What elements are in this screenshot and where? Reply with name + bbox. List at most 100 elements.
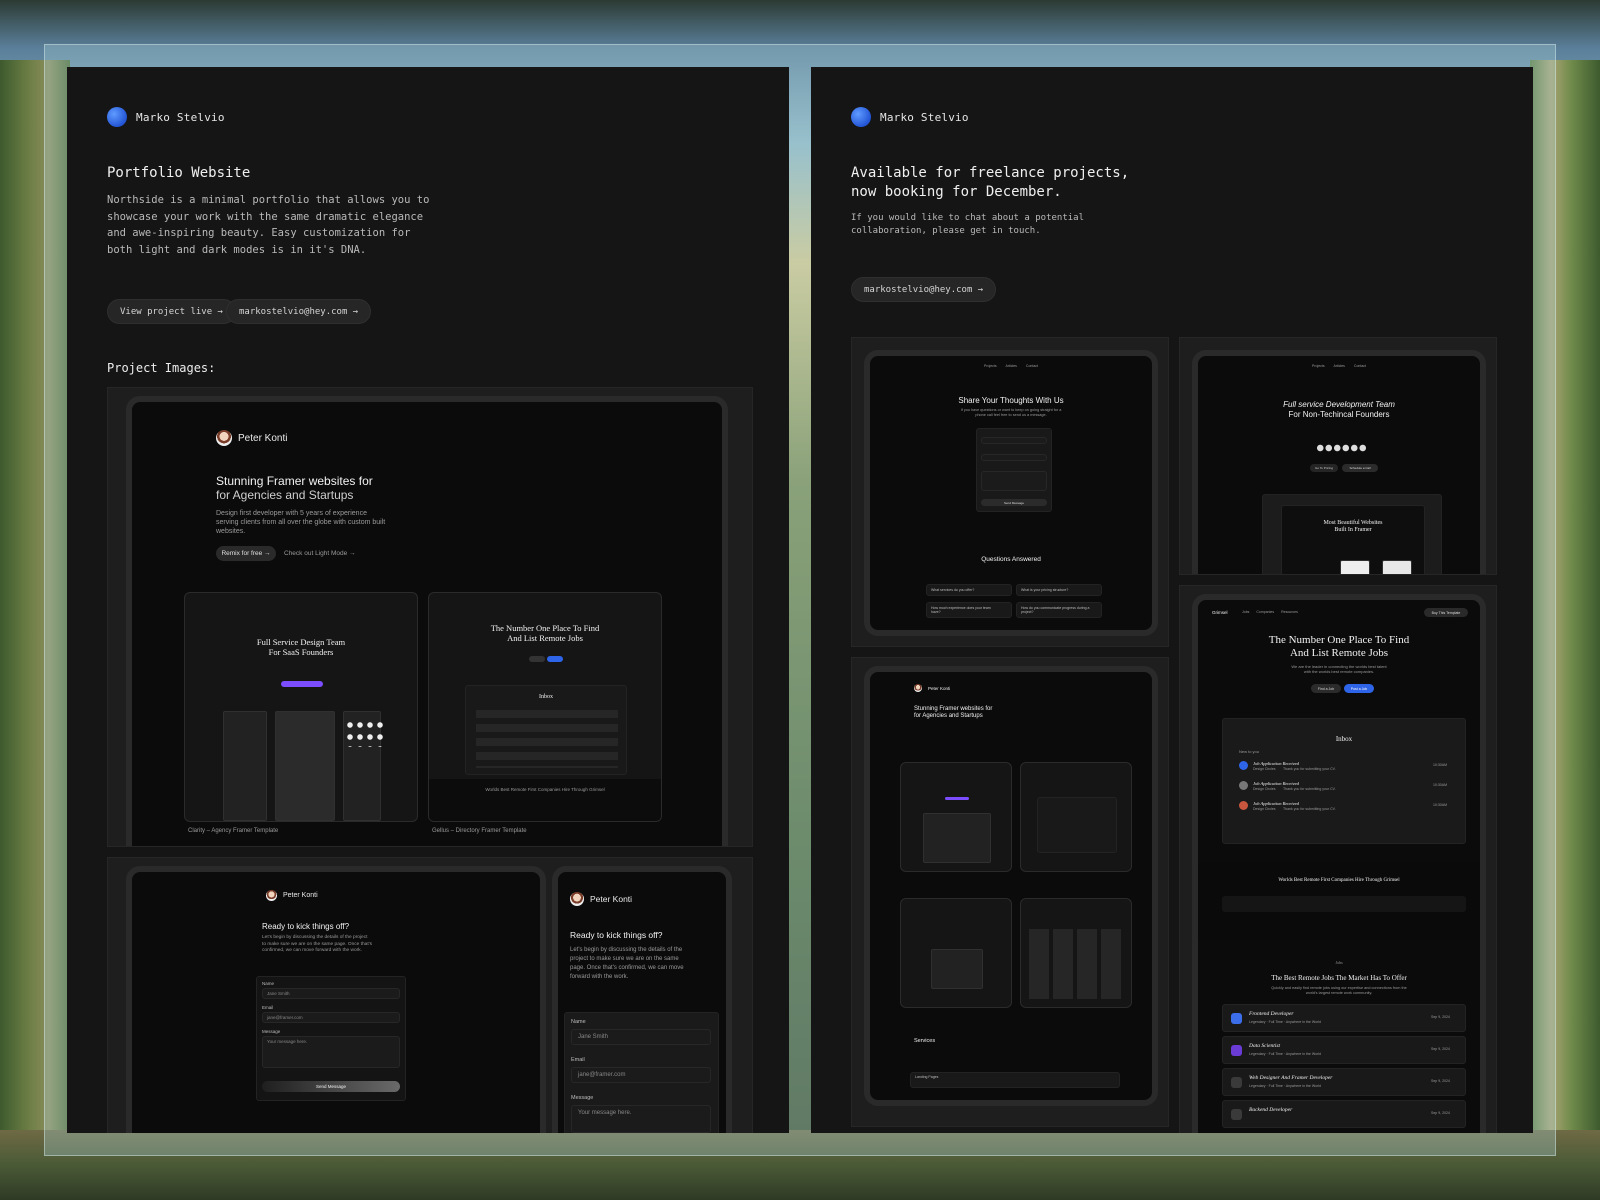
- job-row: Web Designer And Framer Developer Legenda…: [1222, 1068, 1466, 1096]
- mock-post-job-button: Post a Job: [1344, 684, 1374, 693]
- thumb-screen: [223, 711, 267, 821]
- thumb-caption: Clarity – Agency Framer Template: [188, 828, 279, 834]
- mock-name-field: Jane Smith: [262, 988, 400, 999]
- thumb-screen: [275, 711, 335, 821]
- mock-faq-question: How much experience does your team have?: [931, 606, 991, 614]
- thumb-cta: [281, 681, 323, 687]
- message-sender: Design Circles: [1253, 807, 1276, 811]
- mock-inner-title: Most Beautiful Websites Built In Framer: [1323, 520, 1383, 533]
- mock-email-label: Email: [571, 1057, 585, 1063]
- mock-heading: Full service Development Team For Non-Te…: [1198, 400, 1480, 420]
- mock-faq-item: What is your pricing structure?: [1016, 584, 1102, 596]
- project-description: Northside is a minimal portfolio that al…: [107, 194, 430, 256]
- mock-email-value: jane@framer.com: [267, 1015, 303, 1020]
- mock-inner-card: [1382, 560, 1412, 574]
- project-image-portfolio[interactable]: Peter Konti Stunning Framer websites for…: [851, 657, 1169, 1127]
- avatar: [216, 430, 232, 446]
- brand-logo-icon: [851, 107, 871, 127]
- mock-message-label: Message: [262, 1029, 281, 1034]
- message-title: Job Application Received: [1253, 761, 1299, 766]
- mock-light-mode-link: Check out Light Mode →: [284, 550, 356, 557]
- message-sender: Design Circles: [1253, 767, 1276, 771]
- company-logo-icon: [1231, 1109, 1242, 1120]
- mock-thumbnail: [900, 762, 1012, 872]
- mock-thumbnail: [1020, 762, 1132, 872]
- view-project-live-button[interactable]: View project live →: [107, 299, 236, 324]
- email-button[interactable]: markostelvio@hey.com →: [851, 277, 997, 302]
- message-sender: Design Circles: [1253, 787, 1276, 791]
- thumb-screen: [931, 949, 983, 989]
- job-title: Data Scientist: [1249, 1043, 1281, 1049]
- thumb-caption: Gellus – Directory Framer Template: [432, 828, 527, 834]
- mock-nav: Projects Articles Contact: [1198, 364, 1480, 368]
- mock-nav-item: Jobs: [1242, 610, 1250, 614]
- project-image-dev-team[interactable]: Projects Articles Contact Full service D…: [1179, 337, 1497, 575]
- mock-contact-form: Name Jane Smith Email jane@framer.com Me…: [256, 976, 406, 1101]
- mock-email-field: jane@framer.com: [262, 1012, 400, 1023]
- thumb-avatars: [345, 719, 385, 747]
- mock-inner-card: [1340, 560, 1370, 574]
- job-meta: Legendary · Full Time · Anywhere in the …: [1249, 1084, 1321, 1088]
- mock-buy-button: Buy This Template: [1424, 608, 1468, 617]
- mock-avatars: [1316, 444, 1368, 452]
- mock-nav-item: Companies: [1256, 610, 1275, 614]
- brand-name: Marko Stelvio: [880, 110, 969, 124]
- job-date: Sep 9, 2024: [1431, 1015, 1450, 1019]
- avatar: [266, 890, 277, 901]
- mock-brand-name: Peter Konti: [238, 432, 288, 444]
- mock-name-value: Jane Smith: [578, 1034, 609, 1040]
- brand[interactable]: Marko Stelvio: [107, 107, 225, 127]
- job-date: Sep 9, 2024: [1431, 1079, 1450, 1083]
- mock-faq-item: How do you communicate progress during a…: [1016, 602, 1102, 618]
- mock-email-label: Email: [262, 1005, 274, 1010]
- message-time: 10:30AM: [1433, 803, 1448, 807]
- device-mockup-mobile: Peter Konti Ready to kick things off? Le…: [552, 866, 732, 1133]
- brand[interactable]: Marko Stelvio: [851, 107, 969, 127]
- job-title: Frontend Developer: [1249, 1011, 1294, 1017]
- mock-thumbnail: [900, 898, 1012, 1008]
- mock-message-field: Your message here.: [571, 1105, 711, 1133]
- mock-subtext: If you have questions or want to keep on…: [960, 408, 1062, 417]
- job-meta: Legendary · Full Time · Anywhere in the …: [1249, 1052, 1321, 1056]
- mock-brand: Peter Konti: [216, 430, 287, 446]
- mock-inbox-title: Inbox: [1335, 735, 1353, 743]
- project-image-2[interactable]: Peter Konti Ready to kick things off? Le…: [107, 857, 753, 1133]
- mock-name-label: Name: [571, 1019, 586, 1025]
- mock-service-row: Landing Pages: [910, 1072, 1120, 1088]
- mock-jobs-subtext: Quickly and easily find remote jobs usin…: [1271, 986, 1407, 995]
- mock-nav-item: Resources: [1281, 610, 1298, 614]
- device-mockup: Peter Konti Stunning Framer websites for…: [864, 666, 1158, 1106]
- mock-pricing-button: Go To Pricing: [1310, 464, 1338, 472]
- mock-name-field: Jane Smith: [571, 1029, 711, 1045]
- thumb-inbox: Inbox: [465, 685, 627, 775]
- section-label: Project Images:: [107, 361, 216, 375]
- avatar: [914, 684, 922, 692]
- device-mockup: Peter Konti Stunning Framer websites for…: [126, 396, 728, 846]
- mock-services-title: Services: [914, 1038, 936, 1044]
- portfolio-project-panel: Marko Stelvio Portfolio Website Northsid…: [67, 67, 789, 1133]
- page-title: Portfolio Website: [107, 165, 251, 181]
- mock-brand-name: Peter Konti: [283, 892, 318, 899]
- mock-service-label: Landing Pages: [915, 1075, 939, 1079]
- thumb-title: Full Service Design Team For SaaS Founde…: [256, 637, 346, 657]
- project-image-job-board[interactable]: Grimsel Jobs Companies Resources Buy Thi…: [1179, 585, 1497, 1133]
- mock-faq-question: What is your pricing structure?: [1021, 588, 1069, 592]
- mock-inbox: Inbox New to you Job Application Receive…: [1222, 718, 1466, 844]
- job-date: Sep 9, 2024: [1431, 1047, 1450, 1051]
- message-avatar-icon: [1239, 801, 1248, 810]
- mock-headline-line1: Stunning Framer websites for: [914, 706, 993, 712]
- contact-panel: Marko Stelvio Available for freelance pr…: [811, 67, 1533, 1133]
- mock-thumbnail: [1020, 898, 1132, 1008]
- project-image-contact[interactable]: Projects Articles Contact Share Your Tho…: [851, 337, 1169, 647]
- email-button[interactable]: markostelvio@hey.com →: [226, 299, 372, 324]
- mock-subtext: Let's begin by discussing the details of…: [570, 947, 684, 980]
- mock-send-button: Send Message: [262, 1081, 400, 1092]
- thumb-screen: [923, 813, 991, 863]
- job-row: Frontend Developer Legendary · Full Time …: [1222, 1004, 1466, 1032]
- mock-subtext: We are the leader in connecting the worl…: [1291, 664, 1387, 674]
- mock-send-button: Send Message: [981, 499, 1047, 506]
- project-image-1[interactable]: Peter Konti Stunning Framer websites for…: [107, 387, 753, 847]
- message-avatar-icon: [1239, 781, 1248, 790]
- mock-heading: Ready to kick things off?: [570, 930, 663, 940]
- thumb-btn: [547, 656, 563, 662]
